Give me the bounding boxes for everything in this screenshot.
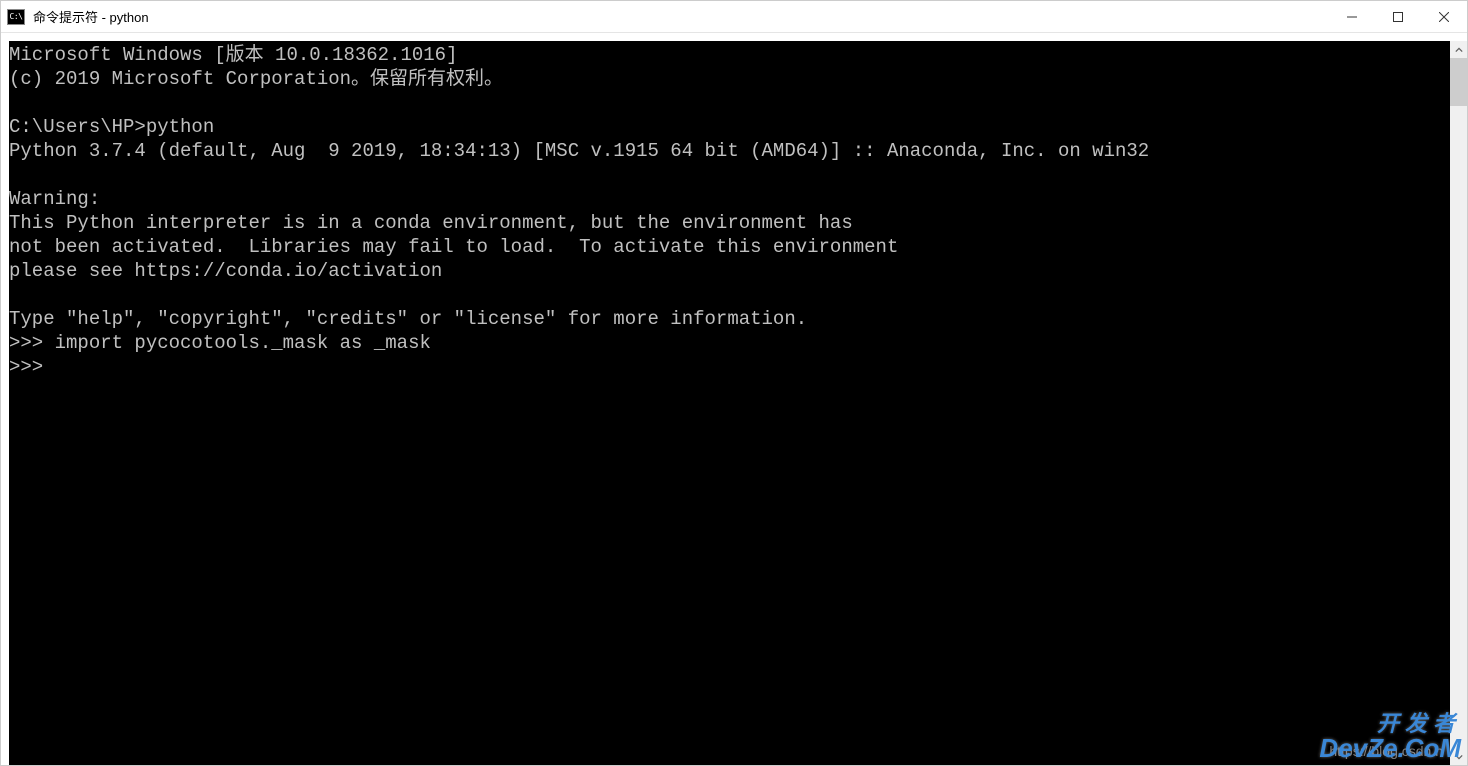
window: C:\ 命令提示符 - python Microsoft Windows [版本… [0,0,1468,766]
scroll-down-button[interactable] [1450,748,1467,765]
terminal-output[interactable]: Microsoft Windows [版本 10.0.18362.1016] (… [9,41,1450,765]
chevron-down-icon [1455,753,1463,761]
maximize-button[interactable] [1375,1,1421,32]
close-icon [1439,12,1449,22]
window-title: 命令提示符 - python [33,7,1329,26]
maximize-icon [1393,12,1403,22]
chevron-up-icon [1455,46,1463,54]
cmd-icon: C:\ [7,9,25,25]
titlebar[interactable]: C:\ 命令提示符 - python [1,1,1467,33]
scroll-up-button[interactable] [1450,41,1467,58]
console-area: Microsoft Windows [版本 10.0.18362.1016] (… [1,33,1467,765]
window-controls [1329,1,1467,32]
minimize-icon [1347,12,1357,22]
scrollbar-thumb[interactable] [1450,58,1467,106]
close-button[interactable] [1421,1,1467,32]
vertical-scrollbar[interactable] [1450,41,1467,765]
minimize-button[interactable] [1329,1,1375,32]
scrollbar-track[interactable] [1450,58,1467,748]
